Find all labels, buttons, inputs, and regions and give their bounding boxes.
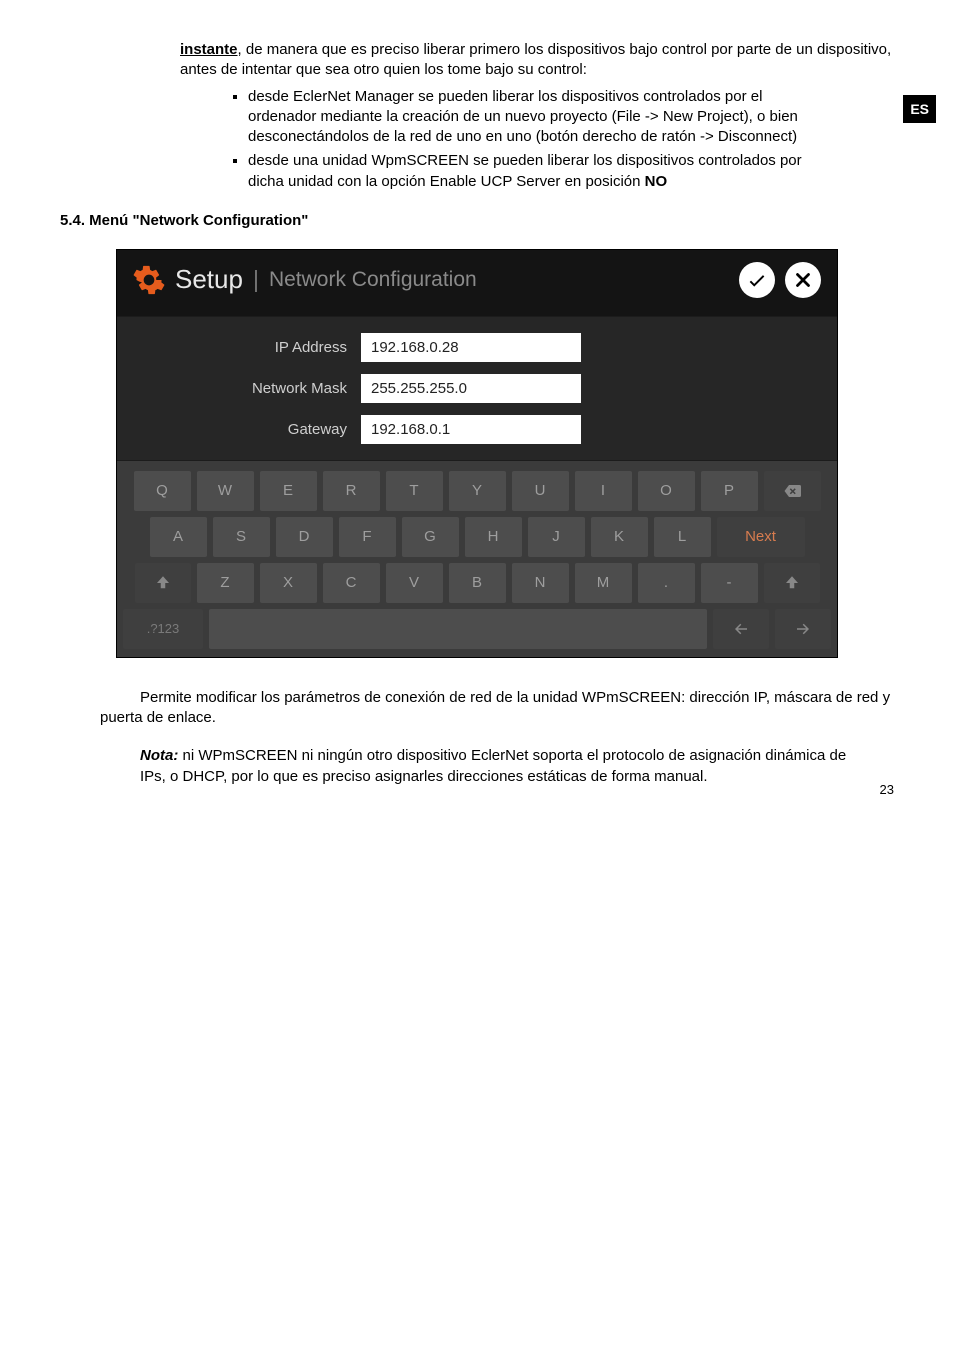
key-n[interactable]: N — [512, 563, 569, 603]
kbd-row-4: .?123 — [123, 609, 831, 649]
key-z[interactable]: Z — [197, 563, 254, 603]
close-icon — [792, 269, 814, 291]
key-o[interactable]: O — [638, 471, 695, 511]
key-s[interactable]: S — [213, 517, 270, 557]
gear-icon — [133, 264, 165, 296]
key-g[interactable]: G — [402, 517, 459, 557]
key-j[interactable]: J — [528, 517, 585, 557]
key-arrow-right[interactable] — [775, 609, 831, 649]
key-k[interactable]: K — [591, 517, 648, 557]
key-c[interactable]: C — [323, 563, 380, 603]
note-text: ni WPmSCREEN ni ningún otro dispositivo … — [140, 747, 846, 784]
key-dash[interactable]: - — [701, 563, 758, 603]
panel-header: Setup | Network Configuration — [117, 250, 837, 316]
intro-paragraph: instante, de manera que es preciso liber… — [180, 40, 894, 81]
key-t[interactable]: T — [386, 471, 443, 511]
ip-label: IP Address — [137, 339, 361, 356]
key-arrow-left[interactable] — [713, 609, 769, 649]
bullet-item: desde una unidad WpmSCREEN se pueden lib… — [248, 151, 834, 192]
key-e[interactable]: E — [260, 471, 317, 511]
key-w[interactable]: W — [197, 471, 254, 511]
arrow-right-icon — [794, 620, 812, 638]
shift-icon — [154, 574, 172, 592]
key-u[interactable]: U — [512, 471, 569, 511]
backspace-icon — [783, 482, 801, 500]
shift-icon — [783, 574, 801, 592]
key-x[interactable]: X — [260, 563, 317, 603]
key-h[interactable]: H — [465, 517, 522, 557]
key-r[interactable]: R — [323, 471, 380, 511]
gateway-row: Gateway 192.168.0.1 — [137, 415, 817, 444]
gateway-label: Gateway — [137, 421, 361, 438]
key-l[interactable]: L — [654, 517, 711, 557]
key-y[interactable]: Y — [449, 471, 506, 511]
section-heading: 5.4. Menú "Network Configuration" — [60, 212, 894, 229]
kbd-row-1: Q W E R T Y U I O P — [123, 471, 831, 511]
kbd-row-3: Z X C V B N M . - — [123, 563, 831, 603]
ip-input[interactable]: 192.168.0.28 — [361, 333, 581, 362]
key-a[interactable]: A — [150, 517, 207, 557]
key-f[interactable]: F — [339, 517, 396, 557]
body-paragraph: Permite modificar los parámetros de cone… — [100, 688, 894, 729]
key-d[interactable]: D — [276, 517, 333, 557]
note-label: Nota: — [140, 747, 178, 764]
page-number: 23 — [880, 782, 894, 797]
intro-rest: , de manera que es preciso liberar prime… — [180, 41, 891, 78]
key-next[interactable]: Next — [717, 517, 805, 557]
ip-row: IP Address 192.168.0.28 — [137, 333, 817, 362]
panel-subtitle: Network Configuration — [269, 268, 477, 292]
form-area: IP Address 192.168.0.28 Network Mask 255… — [117, 316, 837, 461]
panel-title: Setup — [175, 264, 243, 295]
key-space[interactable] — [209, 609, 707, 649]
key-dot[interactable]: . — [638, 563, 695, 603]
key-q[interactable]: Q — [134, 471, 191, 511]
key-v[interactable]: V — [386, 563, 443, 603]
note-paragraph: Nota: ni WPmSCREEN ni ningún otro dispos… — [140, 746, 894, 787]
onscreen-keyboard: Q W E R T Y U I O P A S D F G H J K L Ne… — [117, 461, 837, 657]
intro-bullets: desde EclerNet Manager se pueden liberar… — [220, 87, 834, 192]
key-shift-left[interactable] — [135, 563, 191, 603]
key-m[interactable]: M — [575, 563, 632, 603]
mask-input[interactable]: 255.255.255.0 — [361, 374, 581, 403]
key-p[interactable]: P — [701, 471, 758, 511]
cancel-button[interactable] — [785, 262, 821, 298]
mask-row: Network Mask 255.255.255.0 — [137, 374, 817, 403]
gateway-input[interactable]: 192.168.0.1 — [361, 415, 581, 444]
check-icon — [746, 269, 768, 291]
key-shift-right[interactable] — [764, 563, 820, 603]
mask-label: Network Mask — [137, 380, 361, 397]
key-backspace[interactable] — [764, 471, 821, 511]
key-mode-switch[interactable]: .?123 — [123, 609, 203, 649]
arrow-left-icon — [732, 620, 750, 638]
network-config-panel: Setup | Network Configuration IP Address… — [116, 249, 838, 658]
key-b[interactable]: B — [449, 563, 506, 603]
language-badge: ES — [903, 95, 936, 123]
kbd-row-2: A S D F G H J K L Next — [123, 517, 831, 557]
bullet-item: desde EclerNet Manager se pueden liberar… — [248, 87, 834, 148]
panel-separator: | — [253, 266, 259, 293]
key-i[interactable]: I — [575, 471, 632, 511]
intro-underlined: instante — [180, 41, 238, 58]
confirm-button[interactable] — [739, 262, 775, 298]
